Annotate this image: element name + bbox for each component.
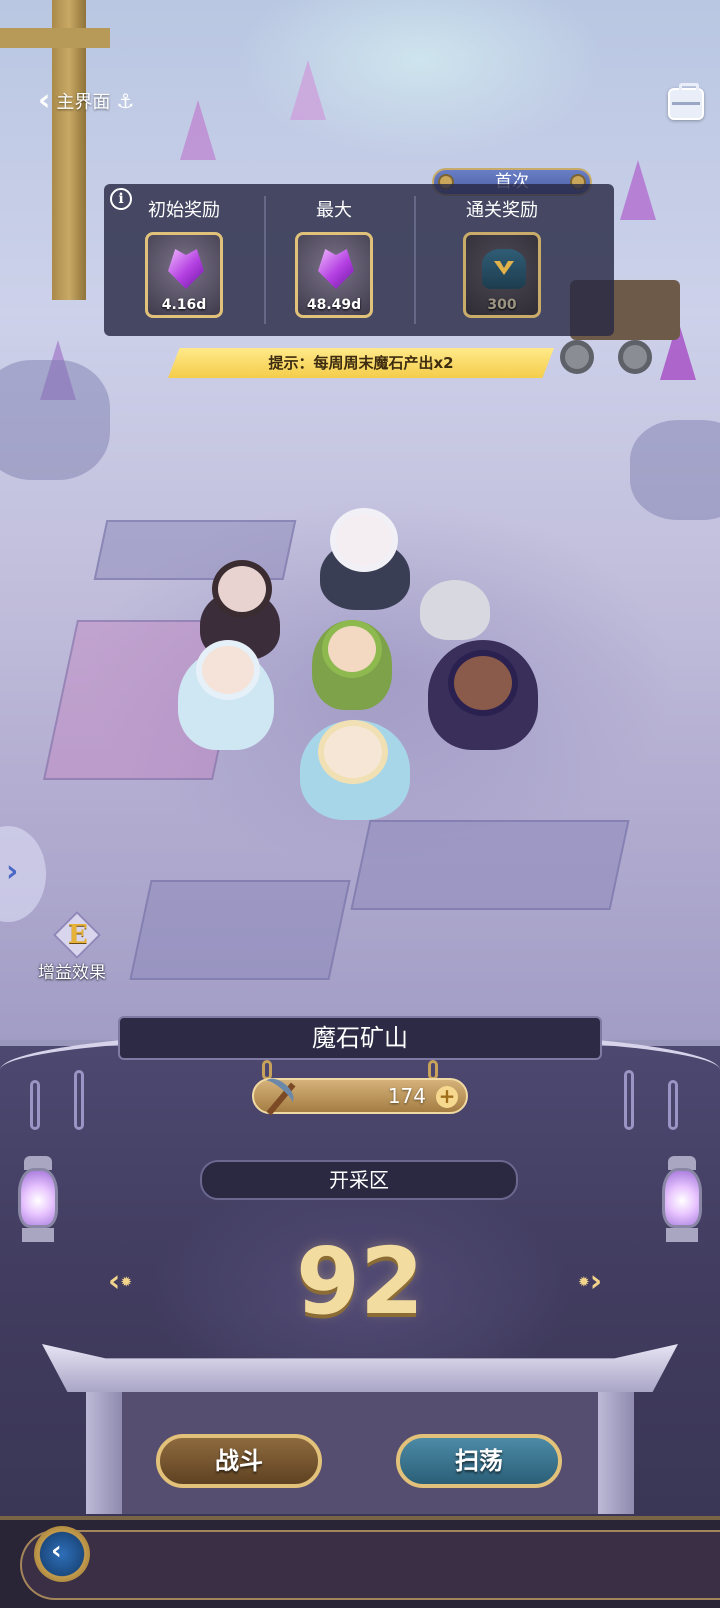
hero-head [212,560,272,618]
gem-pouch-icon [482,249,526,289]
buff-button[interactable]: E [50,910,104,962]
battle-scene [0,0,720,1040]
reward-initial: 初始奖励 4.16d [104,184,264,336]
stamina-bar: 174 + [252,1078,468,1114]
crystal-decoration [620,160,656,220]
back-to-main-button[interactable]: ‹ 主界面 ⚓ [38,86,134,116]
crystal-decoration [180,100,216,160]
next-level-button[interactable]: ✹› [578,1264,602,1299]
cart-wheel [560,340,594,374]
fight-button[interactable]: 战斗 [156,1434,322,1488]
buff-e-letter: E [68,920,88,950]
tip-banner: 提示：每周周末魔石产出x2 [168,348,554,378]
mine-beam [0,28,110,48]
reward-clear: 通关奖励 300 [422,184,582,336]
gear-icon: ✹ [120,1274,133,1291]
hero-head [330,508,398,572]
floor-slab [129,880,351,980]
chain-decoration [624,1070,634,1130]
hero-head [196,640,260,700]
rock-decoration [0,360,110,480]
reward-clear-item[interactable]: 300 [463,232,541,318]
prev-level-button[interactable]: ‹✹ [108,1264,132,1299]
level-number: 92 [295,1228,425,1335]
chevron-left-icon: ‹ [51,1536,62,1566]
footer-track [20,1530,720,1600]
crystal-decoration [290,60,326,120]
hero-head [322,620,382,678]
gear-icon: ✹ [578,1274,590,1291]
altar-leg [86,1392,122,1514]
reward-max-count: 48.49d [306,297,362,313]
anchor-icon: ⚓ [116,89,135,113]
stage-title: 魔石矿山 [118,1016,602,1060]
reward-panel: i 初始奖励 4.16d 最大 48.49d 通关奖励 300 [104,184,614,336]
reward-initial-item[interactable]: 4.16d [145,232,223,318]
hero-head [318,720,388,784]
footer-bar [0,1516,720,1608]
chain-decoration [668,1080,678,1130]
cart-wheel [618,340,652,374]
add-stamina-button[interactable]: + [436,1086,458,1108]
buff-label: 增益效果 [38,963,106,983]
divider [414,196,416,324]
reward-clear-label: 通关奖励 [466,200,538,221]
toolbox-icon[interactable] [668,83,704,120]
reward-max-label: 最大 [316,200,352,221]
chain-decoration [30,1080,40,1130]
pickaxe-icon [258,1076,302,1120]
lantern-decoration [658,1150,706,1250]
reward-initial-count: 4.16d [161,297,207,313]
chevron-left-icon: ‹ [38,83,51,118]
purple-crystal-icon [168,249,204,289]
purple-crystal-icon [318,249,354,289]
sweep-button[interactable]: 扫荡 [396,1434,562,1488]
back-label: 主界面 [56,92,111,113]
floor-slab [350,820,630,910]
chain-decoration [428,1060,438,1080]
hero-head [448,650,518,716]
hero-character[interactable] [420,580,490,640]
chevron-right-icon: › [6,854,19,889]
reward-initial-label: 初始奖励 [148,200,220,221]
footer-back-button[interactable]: ‹ [34,1526,90,1582]
reward-max: 最大 48.49d [254,184,414,336]
lantern-decoration [14,1150,62,1250]
altar-leg [598,1392,634,1514]
zone-label: 开采区 [200,1160,518,1200]
rock-decoration [630,420,720,520]
chain-decoration [74,1070,84,1130]
reward-clear-count: 300 [487,297,517,313]
reward-max-item[interactable]: 48.49d [295,232,373,318]
stamina-value: 174 [387,1084,426,1108]
